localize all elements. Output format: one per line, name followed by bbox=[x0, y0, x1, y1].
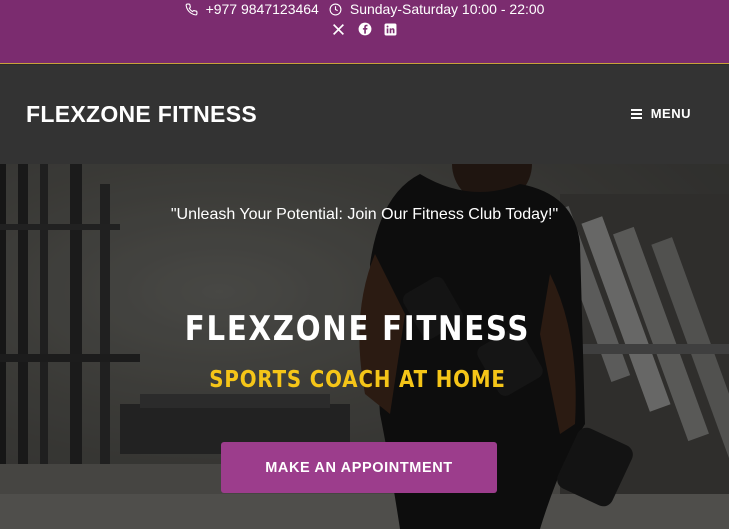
facebook-icon[interactable] bbox=[358, 22, 372, 36]
linkedin-icon[interactable] bbox=[384, 22, 398, 36]
hamburger-icon bbox=[630, 108, 642, 119]
hero-section: "Unleash Your Potential: Join Our Fitnes… bbox=[0, 164, 729, 529]
hero-subtitle: SPORTS COACH AT HOME bbox=[209, 367, 506, 393]
make-appointment-button[interactable]: MAKE AN APPOINTMENT bbox=[221, 442, 497, 493]
social-links bbox=[0, 20, 729, 38]
clock-icon bbox=[329, 3, 342, 16]
hero-title: FLEXZONE FITNESS bbox=[184, 309, 531, 349]
phone-number: +977 9847123464 bbox=[205, 1, 319, 17]
hours-text: Sunday-Saturday 10:00 - 22:00 bbox=[349, 1, 545, 17]
phone-icon bbox=[185, 3, 198, 16]
opening-hours: Sunday-Saturday 10:00 - 22:00 bbox=[329, 1, 545, 17]
top-bar: +977 9847123464 Sunday-Saturday 10:00 - … bbox=[0, 0, 729, 64]
menu-label: MENU bbox=[650, 106, 691, 121]
menu-button[interactable]: MENU bbox=[630, 106, 691, 121]
hero-tagline: "Unleash Your Potential: Join Our Fitnes… bbox=[170, 206, 559, 223]
site-header: FLEXZONE FITNESS MENU bbox=[0, 65, 729, 164]
phone-info[interactable]: +977 9847123464 bbox=[185, 1, 319, 17]
site-brand[interactable]: FLEXZONE FITNESS bbox=[26, 101, 257, 128]
contact-row: +977 9847123464 Sunday-Saturday 10:00 - … bbox=[0, 0, 729, 18]
x-icon[interactable] bbox=[332, 22, 346, 36]
